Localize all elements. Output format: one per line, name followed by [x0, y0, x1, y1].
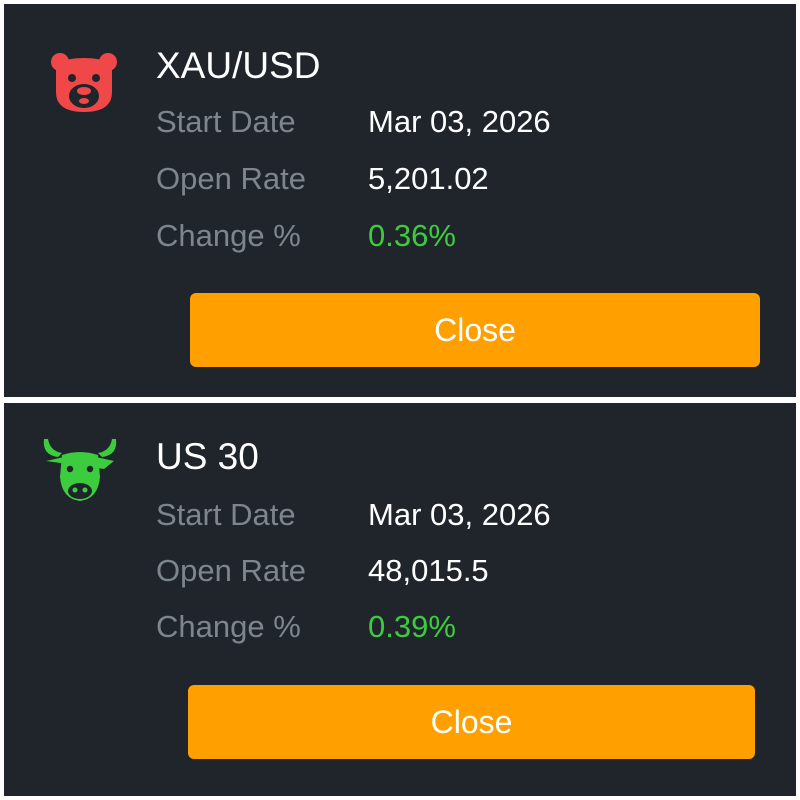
- open-rate-value: 48,015.5: [368, 553, 489, 588]
- close-button[interactable]: Close: [190, 293, 760, 367]
- close-button[interactable]: Close: [188, 685, 755, 759]
- start-date-label: Start Date: [156, 497, 296, 532]
- change-label: Change %: [156, 218, 301, 253]
- instrument-symbol: US 30: [156, 436, 259, 477]
- open-rate-label: Open Rate: [156, 161, 306, 196]
- bear-icon: [51, 53, 117, 112]
- start-date-row: Start Date Mar 03, 2026: [156, 495, 551, 535]
- open-rate-row: Open Rate 48,015.5: [156, 551, 489, 591]
- change-value: 0.39%: [368, 609, 456, 644]
- change-row: Change % 0.39%: [156, 607, 456, 647]
- instrument-symbol: XAU/USD: [156, 45, 321, 86]
- trade-cards: XAU/USD Start Date Mar 03, 2026 Open Rate…: [0, 0, 800, 800]
- start-date-row: Start Date Mar 03, 2026: [156, 102, 551, 142]
- open-rate-value: 5,201.02: [368, 161, 489, 196]
- trade-card-us30: US 30 Start Date Mar 03, 2026 Open Rate 48…: [4, 403, 796, 796]
- change-label: Change %: [156, 609, 301, 644]
- bull-icon: [43, 439, 117, 501]
- change-value: 0.36%: [368, 218, 456, 253]
- open-rate-label: Open Rate: [156, 553, 306, 588]
- change-row: Change % 0.36%: [156, 216, 456, 256]
- open-rate-row: Open Rate 5,201.02: [156, 159, 489, 199]
- start-date-value: Mar 03, 2026: [368, 104, 551, 139]
- trade-card-xauusd: XAU/USD Start Date Mar 03, 2026 Open Rate…: [4, 4, 796, 397]
- start-date-label: Start Date: [156, 104, 296, 139]
- start-date-value: Mar 03, 2026: [368, 497, 551, 532]
